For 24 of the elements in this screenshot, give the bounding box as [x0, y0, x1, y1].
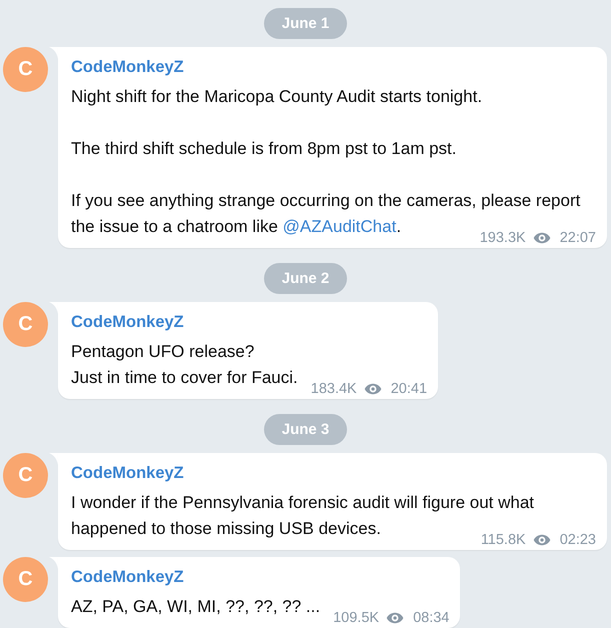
date-separator: June 3 — [264, 414, 348, 445]
user-avatar: C — [3, 47, 48, 92]
date-separator: June 2 — [264, 263, 348, 294]
eye-icon — [386, 612, 404, 624]
mention-link[interactable]: @AZAuditChat — [282, 217, 396, 236]
message-time: 02:23 — [560, 534, 596, 546]
view-count: 109.5K — [333, 612, 380, 624]
author-name: CodeMonkeyZ — [71, 57, 185, 78]
user-avatar: C — [3, 302, 48, 347]
message-time: 08:34 — [413, 612, 450, 624]
author-name: CodeMonkeyZ — [71, 567, 185, 588]
author-name: CodeMonkeyZ — [71, 312, 185, 333]
message-time: 22:07 — [560, 232, 596, 244]
user-avatar: C — [3, 557, 48, 602]
eye-icon — [532, 232, 551, 244]
user-avatar: C — [3, 453, 48, 498]
message-text: AZ, PA, GA, WI, MI, ??, ??, ?? ... — [71, 597, 320, 616]
eye-icon — [364, 383, 382, 395]
author-name: CodeMonkeyZ — [71, 463, 185, 484]
message-text: Pentagon UFO release? Just in time to cover for Fauci. — [71, 342, 298, 387]
view-count: 183.4K — [310, 383, 357, 395]
eye-icon — [532, 534, 551, 546]
message-time: 20:41 — [390, 383, 428, 395]
date-separator: June 1 — [264, 8, 348, 39]
